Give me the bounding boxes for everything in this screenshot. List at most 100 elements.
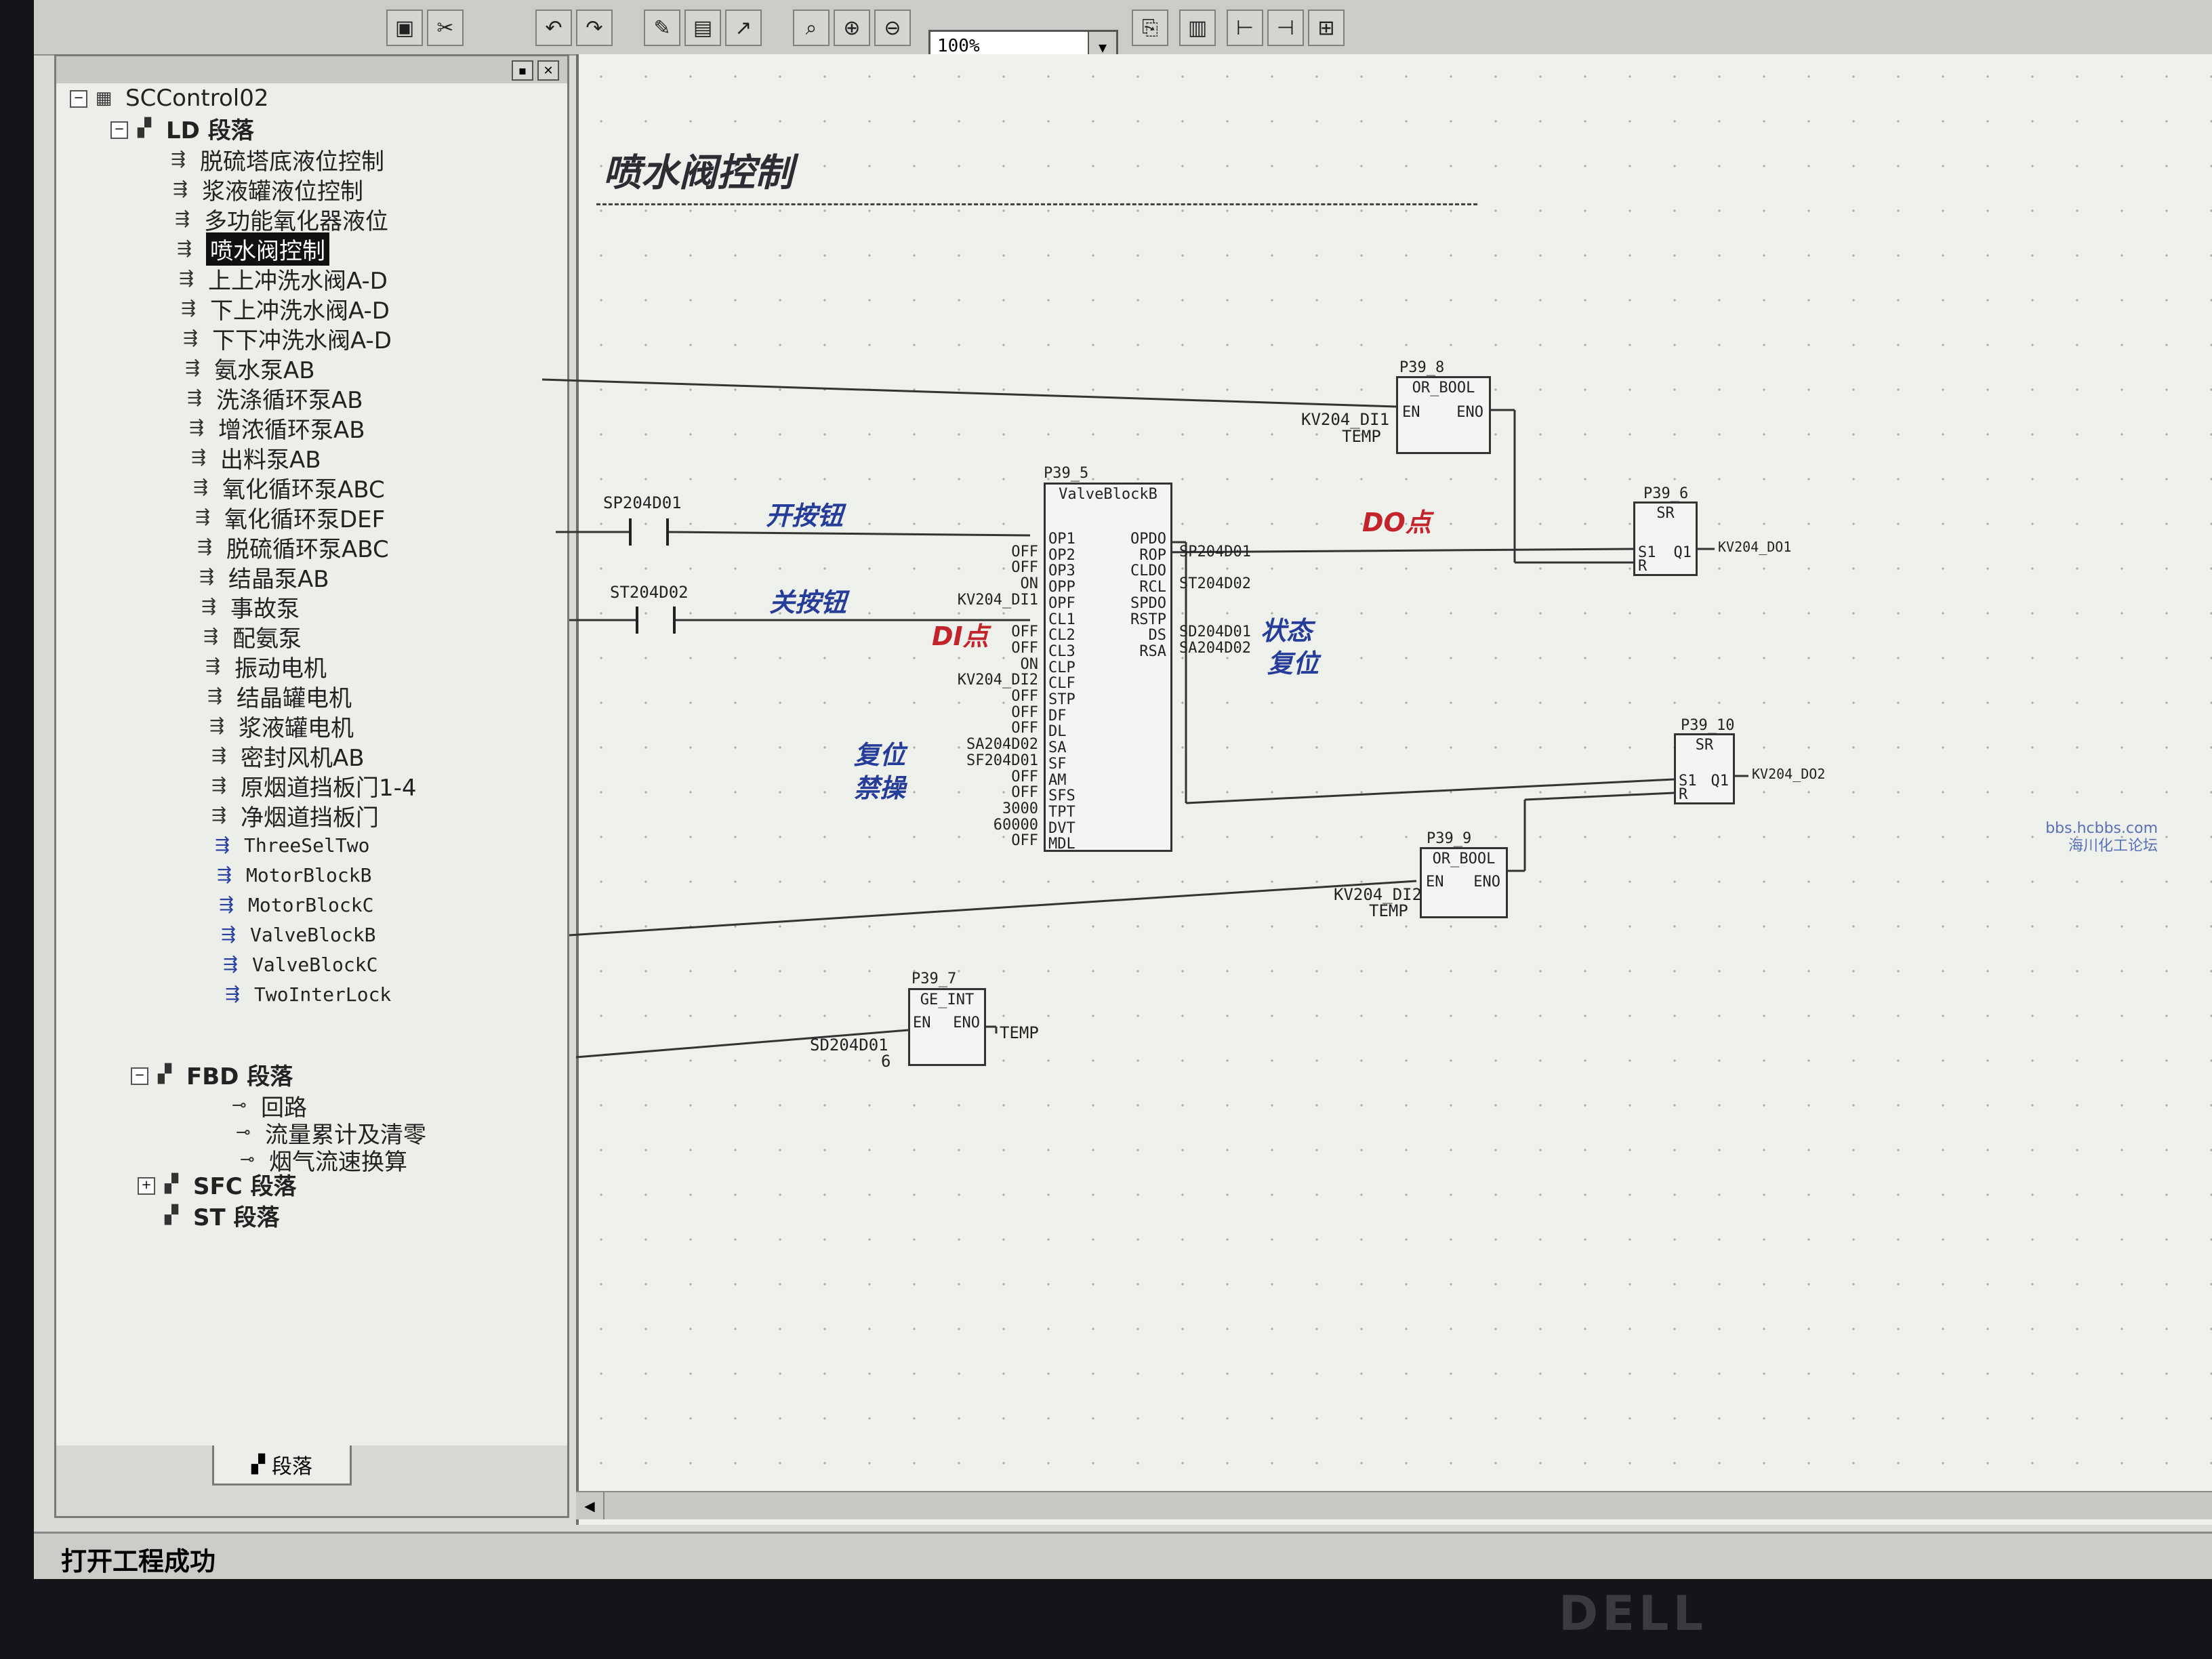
note-di-point: DI点 xyxy=(932,621,989,651)
screen: ▣ ✂ ↶ ↷ ✎ ▤ ↗ ⌕ ⊕ ⊖ 100% ▼ ⎘ ▥ ⊢ ⊣ ⊞ ▪ ✕ xyxy=(34,0,2212,1579)
valve-block-input-pin: CL2 xyxy=(1048,627,1076,644)
note-reset-2: 复位 xyxy=(854,740,906,770)
sr-top-out-var[interactable]: KV204_DO1 xyxy=(1718,539,1791,555)
sr-top-block[interactable]: SR S1 R Q1 xyxy=(1633,501,1698,576)
pin-eno: ENO xyxy=(1456,404,1483,421)
ge-int-tag: P39_7 xyxy=(912,970,957,987)
valve-block-input-value[interactable]: OFF xyxy=(1011,784,1038,801)
forum-watermark: bbs.hcbbs.com 海川化工论坛 xyxy=(2045,820,2158,855)
valve-block-output-value[interactable]: ST204D02 xyxy=(1179,575,1251,592)
valve-block-input-pin: DL xyxy=(1048,723,1067,741)
valve-block-input-pin: CLF xyxy=(1048,675,1076,693)
ge-int-out-var[interactable]: TEMP xyxy=(1000,1023,1039,1042)
valve-block-input-pin: DVT xyxy=(1048,819,1076,837)
valve-block-output-pin: RCL xyxy=(1139,579,1166,596)
valve-block-tag: P39_5 xyxy=(1044,465,1089,482)
ge-int-block[interactable]: GE_INT EN ENO xyxy=(908,988,986,1066)
watermark-url: bbs.hcbbs.com xyxy=(2045,820,2158,837)
or-bool-top-tag: P39_8 xyxy=(1399,359,1445,376)
sr-bottom-block[interactable]: SR S1 R Q1 xyxy=(1674,733,1735,804)
valve-block-input-value[interactable]: ON xyxy=(1021,656,1039,673)
pin-en: EN xyxy=(1402,404,1420,421)
valve-block-input-pin: SA xyxy=(1048,739,1067,757)
pin-en: EN xyxy=(1426,874,1444,890)
valve-block-input-value[interactable]: OFF xyxy=(1011,544,1038,560)
pin-eno: ENO xyxy=(1473,874,1500,890)
valve-block-input-value[interactable]: OFF xyxy=(1011,623,1038,640)
or-bool-top-type: OR_BOOL xyxy=(1412,380,1475,396)
sr-bottom-out-var[interactable]: KV204_DO2 xyxy=(1752,766,1825,782)
valve-block-output-pin: ROP xyxy=(1139,546,1166,564)
contact-symbols xyxy=(629,518,676,634)
ge-int-in1[interactable]: SD204D01 xyxy=(810,1036,888,1054)
ge-int-type: GE_INT xyxy=(920,991,975,1008)
ge-int-in2[interactable]: 6 xyxy=(881,1052,890,1071)
valve-block-output-pin: SPDO xyxy=(1130,594,1166,612)
note-reset: 复位 xyxy=(1267,649,1319,678)
valve-block-input-value[interactable]: OFF xyxy=(1011,704,1038,721)
wire xyxy=(541,378,1397,408)
watermark-name: 海川化工论坛 xyxy=(2068,838,2158,855)
valve-block-input-pin: OP2 xyxy=(1048,546,1076,564)
valve-block-input-pin: MDL xyxy=(1048,836,1076,853)
or-bool-bottom-type: OR_BOOL xyxy=(1432,851,1496,867)
valve-block-output-pin: RSTP xyxy=(1130,611,1166,628)
wire xyxy=(569,880,1417,937)
note-close-button: 关按钮 xyxy=(769,588,847,617)
valve-block-input-value[interactable]: OFF xyxy=(1011,769,1038,785)
note-do-point: DO点 xyxy=(1362,508,1431,537)
valve-block-input-pin: STP xyxy=(1048,691,1076,708)
wire xyxy=(1524,792,1675,801)
valve-block-input-pin: CLP xyxy=(1048,659,1076,676)
note-disable: 禁操 xyxy=(854,773,906,803)
valve-block-input-value[interactable]: OFF xyxy=(1011,688,1038,705)
valve-block-input-value[interactable]: SA204D02 xyxy=(966,736,1038,753)
wire xyxy=(667,531,1031,537)
sr-top-type: SR xyxy=(1656,505,1675,522)
valve-block-input-pin: SF xyxy=(1048,755,1067,773)
contact-close-var[interactable]: ST204D02 xyxy=(610,583,689,602)
valve-block-input-value[interactable]: OFF xyxy=(1011,832,1038,849)
valve-block-input-value[interactable]: OFF xyxy=(1011,640,1038,657)
or-bool-bottom-in2[interactable]: TEMP xyxy=(1369,901,1408,920)
valve-block-input-pin: OPP xyxy=(1048,579,1076,596)
note-status: 状态 xyxy=(1261,616,1313,646)
pin-r: R xyxy=(1679,786,1688,803)
valve-block-input-value[interactable]: 3000 xyxy=(1002,800,1038,817)
pin-eno: ENO xyxy=(953,1015,980,1031)
valve-block-output-value[interactable]: SA204D02 xyxy=(1179,640,1251,657)
valve-block-input-value[interactable]: OFF xyxy=(1011,559,1038,576)
sr-bottom-type: SR xyxy=(1695,737,1714,754)
monitor-bezel: ▣ ✂ ↶ ↷ ✎ ▤ ↗ ⌕ ⊕ ⊖ 100% ▼ ⎘ ▥ ⊢ ⊣ ⊞ ▪ ✕ xyxy=(0,0,2212,1659)
valve-block-type: ValveBlockB xyxy=(1059,486,1158,503)
valve-block-output-value[interactable]: SP204D01 xyxy=(1179,544,1251,560)
valve-block-output-pin: OPDO xyxy=(1130,531,1166,548)
valve-block-input-pin: CL3 xyxy=(1048,642,1076,660)
valve-block-input-value[interactable]: ON xyxy=(1021,575,1039,592)
or-bool-bottom-block[interactable]: OR_BOOL EN ENO xyxy=(1420,847,1508,918)
status-bar: 打开工程成功 xyxy=(34,1532,2212,1579)
valve-block-input-pin: TPT xyxy=(1048,803,1076,821)
or-bool-top-in1[interactable]: KV204_DI1 xyxy=(1301,410,1389,429)
valve-block-input-value[interactable]: 60000 xyxy=(994,817,1038,834)
or-bool-top-block[interactable]: OR_BOOL EN ENO xyxy=(1396,376,1491,454)
valve-block-input-value[interactable]: SF204D01 xyxy=(966,752,1038,769)
contact-open-var[interactable]: SP204D01 xyxy=(603,493,682,512)
valve-block-input-pin: AM xyxy=(1048,771,1067,789)
pin-q1: Q1 xyxy=(1673,544,1692,561)
pin-q1: Q1 xyxy=(1711,773,1729,790)
valve-block-output-pin: RSA xyxy=(1139,642,1166,660)
valve-block-input-value[interactable]: KV204_DI2 xyxy=(958,672,1038,689)
monitor-logo: DELL xyxy=(1559,1586,1708,1641)
or-bool-top-in2[interactable]: TEMP xyxy=(1342,427,1381,446)
valve-block-output-pin: DS xyxy=(1148,627,1167,644)
valve-block-input-value[interactable]: KV204_DI1 xyxy=(958,592,1038,609)
valve-block-input-pin: CL1 xyxy=(1048,611,1076,628)
sr-bottom-tag: P39_10 xyxy=(1681,717,1735,734)
valve-block-input-value[interactable]: OFF xyxy=(1011,720,1038,737)
sr-top-tag: P39_6 xyxy=(1643,485,1689,502)
valve-block[interactable]: ValveBlockB OP1 OP2 OP3 OPP OPF CL1 CL2 CL3 CLP C… xyxy=(1044,483,1172,853)
pin-en: EN xyxy=(913,1015,931,1031)
valve-block-output-value[interactable]: SD204D01 xyxy=(1179,623,1251,640)
pin-r: R xyxy=(1638,558,1647,575)
